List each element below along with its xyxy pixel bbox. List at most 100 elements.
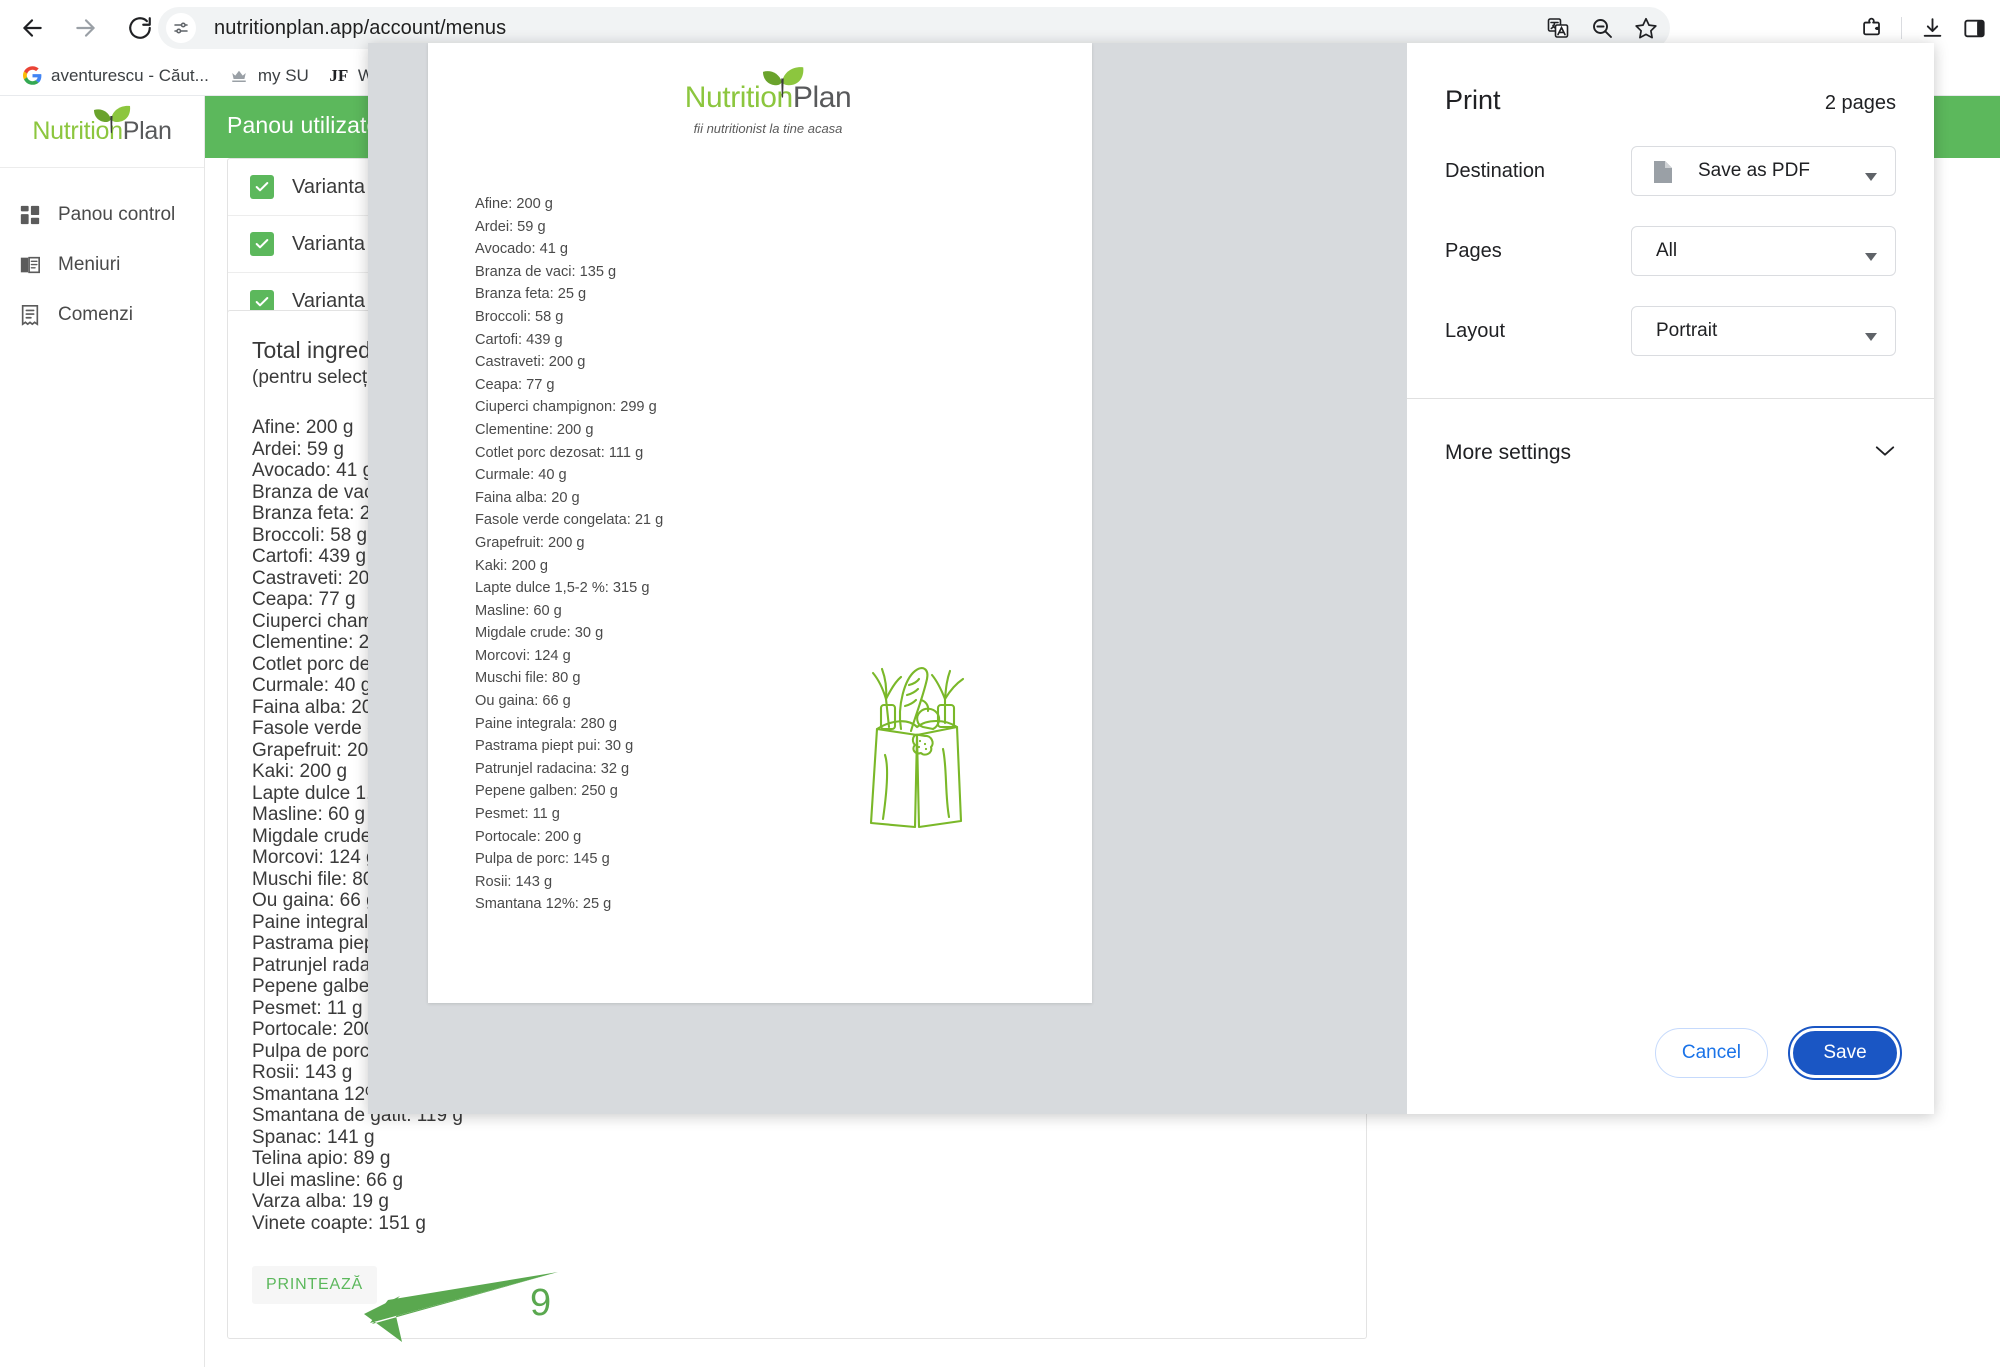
ingredient-line: Vinete coapte: 151 g — [252, 1212, 426, 1234]
sidebar-nav: Panou control Meniuri Comenzi — [0, 168, 204, 340]
preview-ingredient-line: Curmale: 40 g — [475, 467, 567, 484]
book-icon — [18, 253, 42, 277]
preview-ingredient-line: Branza feta: 25 g — [475, 286, 587, 303]
preview-ingredient-line: Castraveti: 200 g — [475, 354, 586, 371]
preview-ingredient-line: Afine: 200 g — [475, 196, 553, 212]
more-settings-label: More settings — [1445, 441, 1572, 464]
chevron-down-icon — [1865, 168, 1877, 186]
url-text: nutritionplan.app/account/menus — [214, 16, 507, 39]
preview-ingredient-line: Pepene galben: 250 g — [475, 783, 618, 800]
grocery-bag-icon — [853, 651, 983, 836]
preview-ingredient-line: Portocale: 200 g — [475, 828, 582, 845]
screen: nutritionplan.app/account/menus aventure… — [0, 0, 2000, 1367]
preview-ingredient-line: Pulpa de porc: 145 g — [475, 851, 610, 868]
preview-ingredient-line: Fasole verde congelata: 21 g — [475, 512, 664, 529]
ingredient-line: Spanac: 141 g — [252, 1126, 375, 1148]
preview-ingredient-line: Clementine: 200 g — [475, 421, 594, 438]
print-settings-pane: Print 2 pages Destination Save as PDF Pa… — [1407, 43, 1934, 1114]
bookmark-star-icon[interactable] — [1626, 8, 1666, 48]
app-sidebar: NutritionPlan Panou control Meniuri Come… — [0, 96, 205, 1367]
save-button[interactable]: Save — [1788, 1026, 1902, 1080]
ingredient-line: Telina apio: 89 g — [252, 1148, 391, 1169]
print-preview-pane: NutritionPlan fii nutritionist la tine a… — [368, 43, 1407, 1114]
checkbox-checked-icon[interactable] — [250, 175, 274, 199]
bookmark-label: my SU — [257, 65, 309, 85]
destination-select[interactable]: Save as PDF — [1631, 146, 1896, 196]
preview-ingredient-line: Avocado: 41 g — [475, 241, 569, 258]
pages-label: Pages — [1445, 239, 1502, 262]
print-dialog: NutritionPlan fii nutritionist la tine a… — [368, 43, 1934, 1114]
sidebar-item-label: Panou control — [58, 204, 176, 225]
preview-ingredient-line: Rosii: 143 g — [475, 873, 553, 890]
print-dialog-title: Print — [1445, 85, 1501, 115]
google-icon — [22, 66, 42, 86]
destination-value: Save as PDF — [1698, 160, 1810, 181]
sidebar-item-meniuri[interactable]: Meniuri — [0, 240, 204, 290]
forward-arrow-icon[interactable] — [64, 6, 108, 50]
preview-ingredient-line: Ardei: 59 g — [475, 218, 546, 235]
download-icon[interactable] — [1912, 8, 1952, 48]
print-button[interactable]: PRINTEAZĂ — [252, 1266, 377, 1304]
page-count-label: 2 pages — [1824, 92, 1896, 114]
checkbox-checked-icon[interactable] — [250, 232, 274, 256]
layout-select[interactable]: Portrait — [1631, 306, 1896, 356]
pages-row: Pages All — [1407, 226, 1934, 276]
print-preview-page: NutritionPlan fii nutritionist la tine a… — [428, 43, 1092, 1003]
layout-row: Layout Portrait — [1407, 306, 1934, 356]
navigation-buttons — [0, 0, 162, 56]
dashboard-icon — [18, 203, 42, 227]
more-settings-toggle[interactable]: More settings — [1407, 421, 1934, 485]
sidebar-item-label: Meniuri — [58, 254, 121, 275]
side-panel-icon[interactable] — [1954, 8, 1994, 48]
extensions-icon[interactable] — [1851, 8, 1891, 48]
sidebar-item-panou-control[interactable]: Panou control — [0, 190, 204, 240]
omnibox-actions — [1538, 10, 1666, 46]
cancel-button[interactable]: Cancel — [1654, 1028, 1768, 1078]
preview-ingredient-line: Ou gaina: 66 g — [475, 693, 571, 710]
ingredient-line: Varza alba: 19 g — [252, 1191, 389, 1212]
layout-label: Layout — [1445, 319, 1506, 342]
reload-icon[interactable] — [118, 6, 162, 50]
chevron-down-icon — [1865, 328, 1877, 346]
chevron-down-icon — [1874, 444, 1896, 463]
preview-ingredient-line: Grapefruit: 200 g — [475, 534, 585, 551]
preview-ingredient-line: Kaki: 200 g — [475, 557, 549, 574]
receipt-icon — [18, 303, 42, 327]
preview-ingredient-line: Patrunjel radacina: 32 g — [475, 760, 630, 777]
preview-ingredient-line: Muschi file: 80 g — [475, 670, 581, 687]
print-dialog-header: Print 2 pages — [1407, 43, 1934, 116]
preview-ingredient-line: Faina alba: 20 g — [475, 489, 580, 506]
browser-right-icons — [1851, 8, 1994, 48]
bookmark-item-1[interactable]: my SU — [219, 62, 319, 90]
preview-ingredient-line: Branza de vaci: 135 g — [475, 263, 617, 280]
preview-ingredient-line: Ceapa: 77 g — [475, 376, 555, 393]
preview-ingredient-line: Cotlet porc dezosat: 111 g — [475, 444, 644, 461]
destination-label: Destination — [1445, 159, 1546, 182]
preview-ingredient-line: Broccoli: 58 g — [475, 308, 564, 325]
pages-value: All — [1656, 240, 1678, 261]
preview-ingredient-line: Smantana 12%: 25 g — [475, 896, 612, 913]
app-logo: NutritionPlan — [0, 96, 204, 168]
sidebar-item-comenzi[interactable]: Comenzi — [0, 290, 204, 340]
leaf-icon — [759, 64, 805, 110]
settings-divider — [1407, 398, 1934, 399]
preview-ingredient-line: Ciuperci champignon: 299 g — [475, 399, 657, 416]
preview-ingredient-line: Lapte dulce 1,5-2 %: 315 g — [475, 580, 650, 597]
site-settings-icon[interactable] — [166, 13, 196, 43]
translate-icon[interactable] — [1538, 8, 1578, 48]
jf-icon: JF — [329, 65, 349, 85]
sidebar-item-label: Comenzi — [58, 304, 133, 325]
crown-icon — [229, 66, 249, 86]
zoom-out-icon[interactable] — [1582, 8, 1622, 48]
preview-ingredient-line: Paine integrala: 280 g — [475, 715, 617, 732]
preview-ingredient-line: Morcovi: 124 g — [475, 647, 571, 664]
leaf-icon — [91, 103, 131, 144]
preview-ingredient-line: Pastrama piept pui: 30 g — [475, 738, 634, 755]
document-icon — [1652, 160, 1674, 189]
bookmark-item-0[interactable]: aventurescu - Căut... — [12, 62, 219, 90]
pages-select[interactable]: All — [1631, 226, 1896, 276]
preview-tagline: fii nutritionist la tine acasa — [693, 121, 843, 136]
preview-ingredient-line: Migdale crude: 30 g — [475, 625, 604, 642]
back-arrow-icon[interactable] — [10, 6, 54, 50]
bookmark-label: aventurescu - Căut... — [51, 65, 209, 85]
